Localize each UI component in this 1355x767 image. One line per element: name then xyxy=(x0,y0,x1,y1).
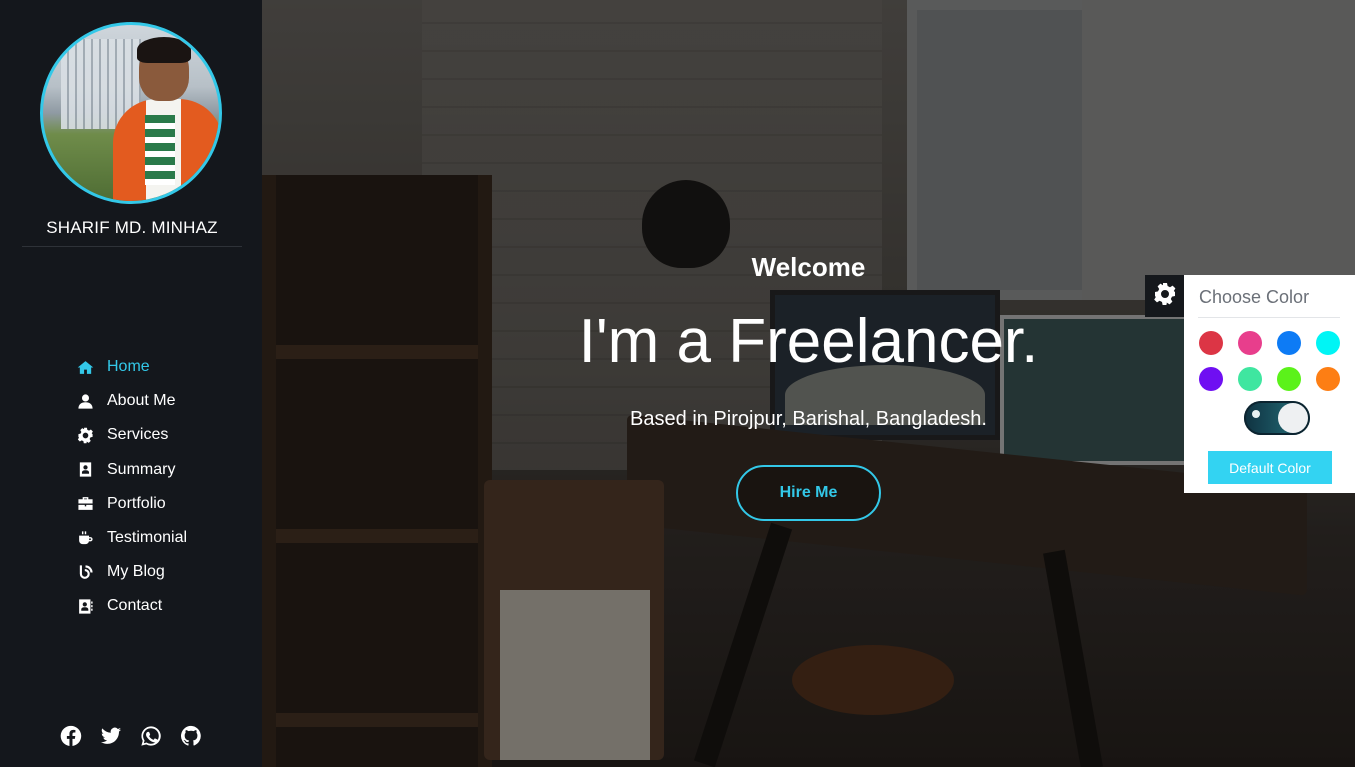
moon-icon xyxy=(1252,410,1260,418)
nav-item-summary[interactable]: Summary xyxy=(76,453,187,487)
dark-mode-toggle[interactable] xyxy=(1244,401,1310,435)
nav-item-testimonial[interactable]: Testimonial xyxy=(76,521,187,555)
panel-title: Choose Color xyxy=(1199,287,1310,307)
twitter-icon[interactable] xyxy=(100,725,122,747)
toggle-knob xyxy=(1278,403,1308,433)
whatsapp-icon[interactable] xyxy=(140,725,162,747)
divider xyxy=(22,246,242,247)
nav-item-services[interactable]: Services xyxy=(76,418,187,452)
nav-item-about[interactable]: About Me xyxy=(76,384,187,418)
social-links xyxy=(60,725,202,747)
color-swatch-cyan[interactable] xyxy=(1316,331,1340,355)
nav-item-label: Portfolio xyxy=(107,494,166,512)
color-switcher-panel: Choose Color Default Color xyxy=(1184,275,1355,493)
color-swatch-green[interactable] xyxy=(1277,367,1301,391)
divider xyxy=(1198,317,1340,318)
briefcase-icon xyxy=(76,495,94,513)
nav-item-label: Testimonial xyxy=(107,529,188,547)
user-icon xyxy=(76,392,94,410)
blog-icon xyxy=(76,563,94,581)
gear-icon xyxy=(76,426,94,444)
nav-item-label: About Me xyxy=(107,392,176,410)
default-color-button[interactable]: Default Color xyxy=(1208,451,1332,484)
id-card-icon xyxy=(76,461,94,479)
color-swatch-pink[interactable] xyxy=(1238,331,1262,355)
nav-item-home[interactable]: Home xyxy=(76,350,187,384)
color-swatch-blue[interactable] xyxy=(1277,331,1301,355)
color-swatches xyxy=(1199,331,1349,391)
nav-item-label: Summary xyxy=(107,460,176,478)
sidebar: SHARIF MD. MINHAZ Home About Me Services… xyxy=(0,0,262,767)
avatar xyxy=(40,22,222,204)
nav-item-label: Contact xyxy=(107,597,163,615)
home-icon xyxy=(76,358,94,376)
nav-item-label: Home xyxy=(107,358,150,376)
profile-name: SHARIF MD. MINHAZ xyxy=(46,218,218,237)
nav-item-label: Services xyxy=(107,426,169,444)
nav-item-contact[interactable]: Contact xyxy=(76,589,187,623)
nav-item-portfolio[interactable]: Portfolio xyxy=(76,487,187,521)
color-swatch-purple[interactable] xyxy=(1199,367,1223,391)
gear-icon xyxy=(1153,282,1177,311)
color-swatch-teal[interactable] xyxy=(1238,367,1262,391)
facebook-icon[interactable] xyxy=(60,725,82,747)
nav-item-blog[interactable]: My Blog xyxy=(76,555,187,589)
coffee-icon xyxy=(76,529,94,547)
hire-me-button[interactable]: Hire Me xyxy=(736,465,881,521)
settings-toggle[interactable] xyxy=(1145,275,1184,317)
main-nav: Home About Me Services Summary Portfolio xyxy=(76,350,187,624)
color-swatch-red[interactable] xyxy=(1199,331,1223,355)
nav-item-label: My Blog xyxy=(107,563,165,581)
color-swatch-orange[interactable] xyxy=(1316,367,1340,391)
address-book-icon xyxy=(76,597,94,615)
github-icon[interactable] xyxy=(180,725,202,747)
